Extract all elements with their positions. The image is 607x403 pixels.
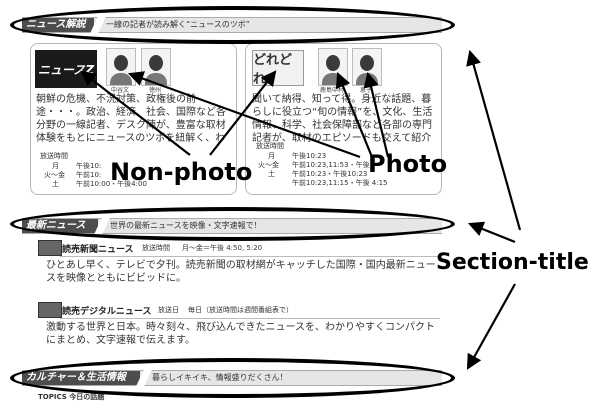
annotation-section-title: Section-title — [436, 250, 589, 275]
annotation-non-photo: Non-photo — [110, 158, 253, 186]
annotation-photo: Photo — [368, 150, 448, 178]
annotation-arrows — [80, 49, 522, 370]
